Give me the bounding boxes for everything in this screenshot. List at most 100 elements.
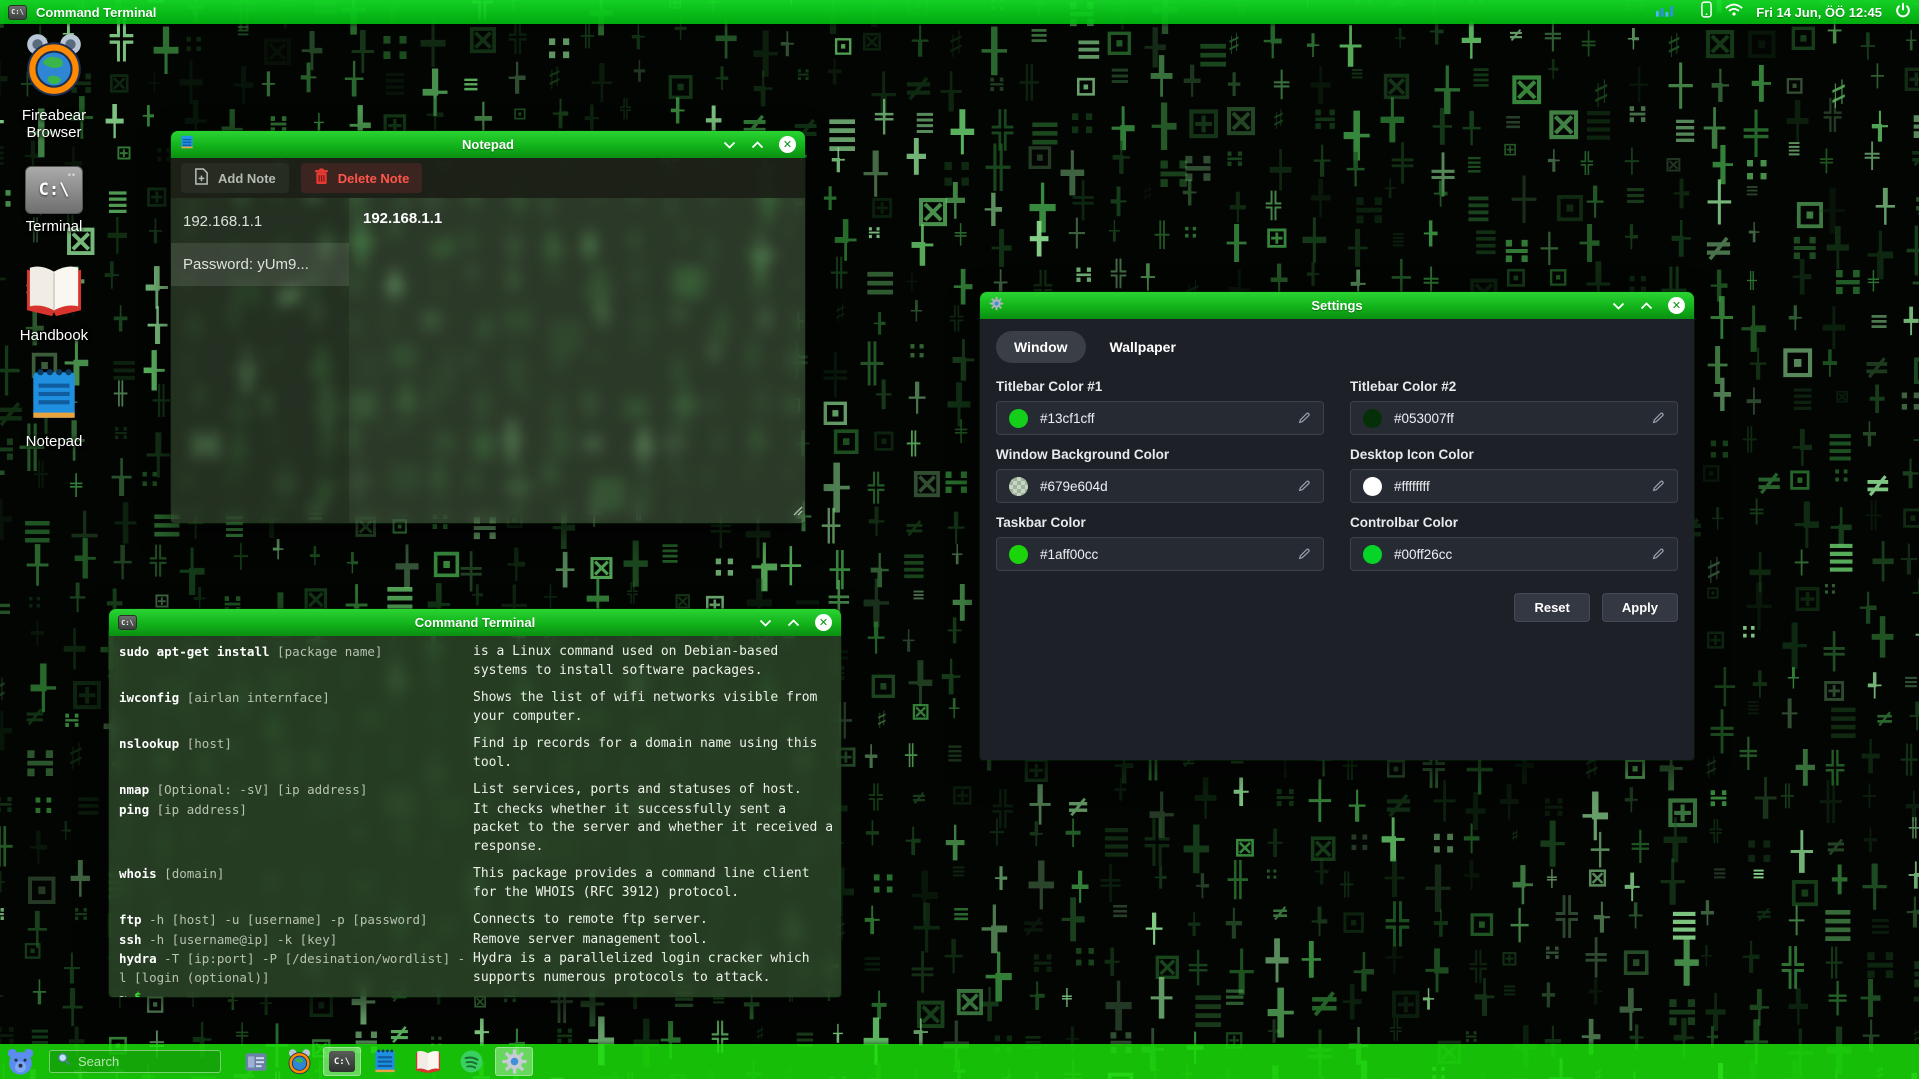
close-button[interactable]: ✕ [815,614,832,631]
desktop-icon-terminal[interactable]: •• C:\ Terminal [6,166,102,235]
trash-icon [314,168,329,188]
note-list: 192.168.1.1 Password: yUm9... [171,198,349,523]
window-title: Command Terminal [109,615,841,630]
field-window-background-color: Window Background Color #679e604d [996,447,1324,503]
minimize-button[interactable] [723,141,736,149]
color-field[interactable]: #1aff00cc [996,537,1324,571]
edit-pencil-icon[interactable] [1651,411,1665,425]
terminal-row: ftp -h [host] -u [username] -p [password… [119,911,833,930]
color-swatch[interactable] [1363,477,1382,496]
fireabear-browser-icon [21,32,87,103]
terminal-row: ssh -h [username@ip] -k [key] Remove ser… [119,931,833,950]
apply-button[interactable]: Apply [1602,593,1678,622]
maximize-button[interactable] [1640,302,1653,310]
field-taskbar-color: Taskbar Color #1aff00cc [996,515,1324,571]
wifi-icon[interactable] [1725,3,1743,22]
edit-pencil-icon[interactable] [1297,479,1311,493]
terminal-row: whois [domain] This package provides a c… [119,865,833,902]
desktop-icon-label: Handbook [20,327,88,344]
color-swatch[interactable] [1009,545,1028,564]
notepad-icon [180,134,194,155]
search-icon [57,1052,71,1071]
notepad-titlebar[interactable]: Notepad ✕ [171,131,805,158]
taskbar-item-notepad[interactable] [366,1047,404,1076]
note-list-item[interactable]: 192.168.1.1 [171,200,349,243]
color-field[interactable]: #679e604d [996,469,1324,503]
color-value: #053007ff [1394,411,1639,426]
color-field[interactable]: #053007ff [1350,401,1678,435]
minimize-button[interactable] [759,619,772,627]
phone-icon[interactable] [1701,1,1712,23]
color-value: #00ff26cc [1394,547,1639,562]
tab-window[interactable]: Window [996,331,1086,363]
terminal-row: ping [ip address] It checks whether it s… [119,801,833,857]
clock[interactable]: Fri 14 Jun, ÖÖ 12:45 [1756,5,1882,20]
network-activity-icon[interactable] [1655,3,1674,22]
color-field[interactable]: #13cf1cff [996,401,1324,435]
color-swatch[interactable] [1363,409,1382,428]
color-value: #13cf1cff [1040,411,1285,426]
edit-pencil-icon[interactable] [1651,547,1665,561]
color-swatch[interactable] [1009,477,1028,496]
desktop-icon-handbook[interactable]: Handbook [6,262,102,344]
taskbar-item-settings[interactable] [495,1047,533,1076]
terminal-icon: C:\ [118,615,137,630]
color-value: #1aff00cc [1040,547,1285,562]
taskbar: C:\ [0,1044,1919,1079]
reset-button[interactable]: Reset [1514,593,1589,622]
note-list-item-selected[interactable]: Password: yUm9... [171,243,349,286]
active-app-icon: C:\ [8,5,27,20]
active-app-title: Command Terminal [36,5,156,20]
field-label: Titlebar Color #2 [1350,379,1678,394]
desktop-icon-label: Terminal [26,218,83,235]
desktop-icon-notepad[interactable]: Notepad [6,366,102,450]
terminal-row: nmap [Optional: -sV] [ip address] List s… [119,781,833,800]
color-field[interactable]: #00ff26cc [1350,537,1678,571]
taskbar-item-music-player[interactable] [452,1047,490,1076]
window-title: Settings [980,298,1694,313]
taskbar-item-handbook[interactable] [409,1047,447,1076]
terminal-row: hydra -T [ip:port] -P [/desination/wordl… [119,950,833,987]
tab-wallpaper[interactable]: Wallpaper [1092,331,1194,363]
minimize-button[interactable] [1612,302,1625,310]
color-field[interactable]: #ffffffff [1350,469,1678,503]
terminal-output[interactable]: sudo apt-get install [package name] is a… [109,636,841,997]
taskbar-item-file-manager[interactable] [237,1047,275,1076]
settings-window: Settings ✕ Window Wallpaper Titlebar Col… [979,291,1695,761]
edit-pencil-icon[interactable] [1297,411,1311,425]
field-label: Taskbar Color [996,515,1324,530]
search-input[interactable] [78,1054,198,1069]
start-menu-bear-icon[interactable] [6,1047,35,1076]
terminal-row: sudo apt-get install [package name] is a… [119,643,833,680]
handbook-icon [23,262,85,323]
taskbar-item-command-terminal[interactable]: C:\ [323,1047,361,1076]
field-label: Titlebar Color #1 [996,379,1324,394]
resize-handle[interactable] [793,503,803,521]
field-label: Controlbar Color [1350,515,1678,530]
close-button[interactable]: ✕ [1668,297,1685,314]
terminal-titlebar[interactable]: C:\ Command Terminal ✕ [109,609,841,636]
desktop-icon-label: Fireabear Browser [6,107,102,142]
settings-titlebar[interactable]: Settings ✕ [980,292,1694,319]
add-note-button[interactable]: Add Note [181,163,289,193]
maximize-button[interactable] [751,141,764,149]
color-value: #679e604d [1040,479,1285,494]
close-button[interactable]: ✕ [779,136,796,153]
notepad-window: Notepad ✕ Add Note Delete [170,130,806,524]
edit-pencil-icon[interactable] [1297,547,1311,561]
terminal-row: iwconfig [airlan internface] Shows the l… [119,689,833,726]
taskbar-search[interactable] [49,1050,221,1073]
note-content-pane[interactable]: 192.168.1.1 [349,198,805,523]
window-title: Notepad [171,137,805,152]
color-swatch[interactable] [1363,545,1382,564]
terminal-window: C:\ Command Terminal ✕ sudo apt-get inst… [108,608,842,998]
desktop-icon-fireabear-browser[interactable]: Fireabear Browser [6,32,102,142]
taskbar-item-fireabear-browser[interactable] [280,1047,318,1076]
color-swatch[interactable] [1009,409,1028,428]
power-icon[interactable] [1895,2,1911,23]
field-titlebar-color-1: Titlebar Color #1 #13cf1cff [996,379,1324,435]
delete-note-button[interactable]: Delete Note [301,163,423,193]
top-menubar: C:\ Command Terminal Fri 14 Jun, ÖÖ 12:4… [0,0,1919,24]
maximize-button[interactable] [787,619,800,627]
edit-pencil-icon[interactable] [1651,479,1665,493]
